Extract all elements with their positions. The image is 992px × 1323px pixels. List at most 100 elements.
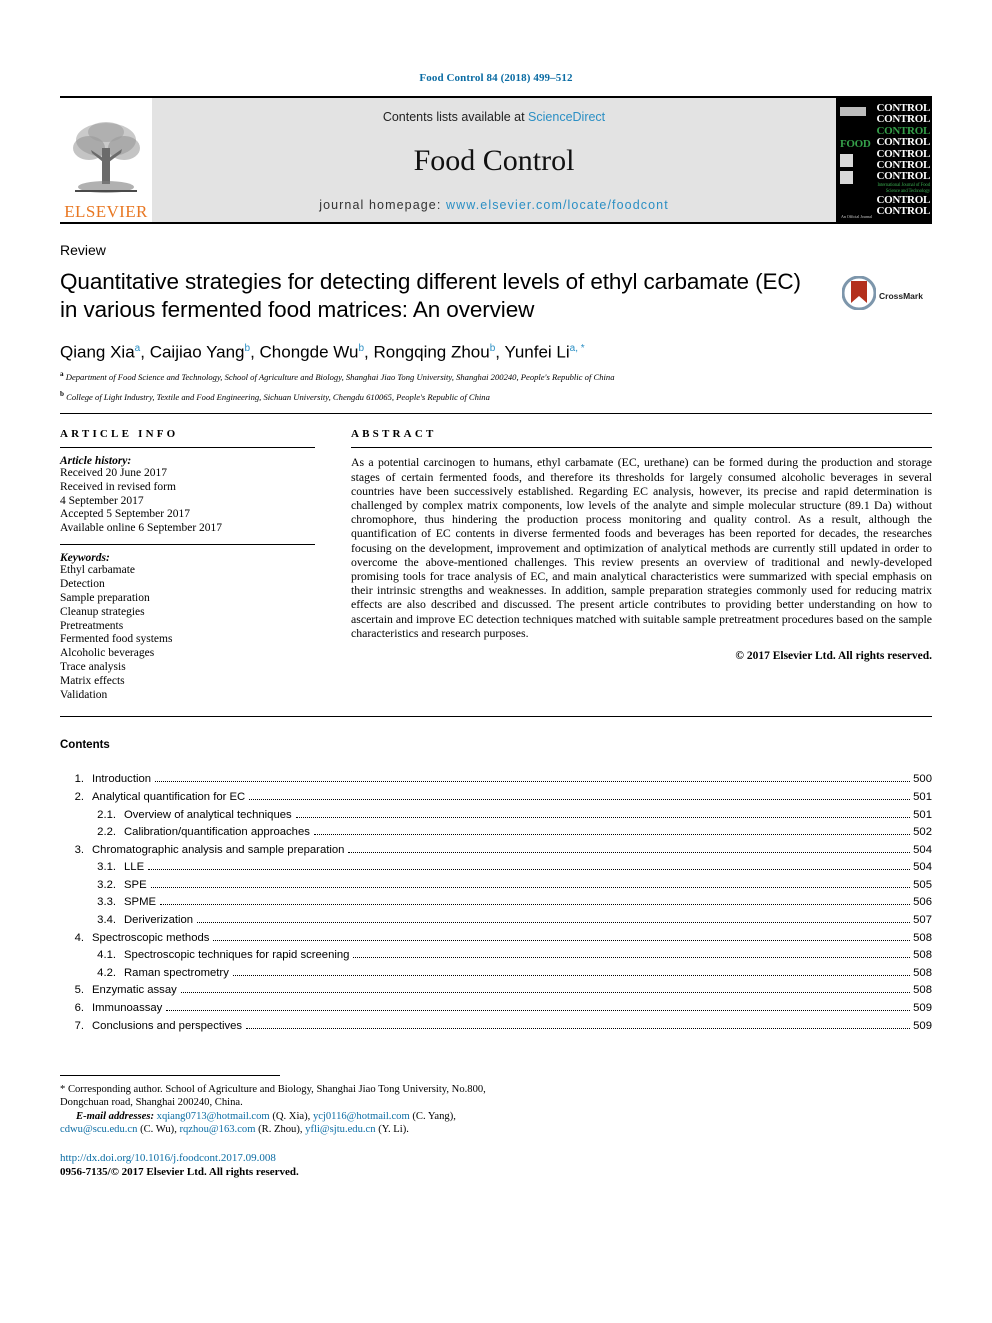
toc-number: 3.1.: [97, 861, 116, 874]
crossmark-icon: [841, 275, 877, 315]
toc-entry[interactable]: 3.3. SPME 506: [60, 894, 932, 912]
crossmark-badge[interactable]: CrossMark: [841, 275, 932, 315]
author-name: Yunfei Li: [504, 342, 570, 362]
email-addresses-note: E-mail addresses: xqiang0713@hotmail.com…: [60, 1110, 456, 1135]
abstract-body: As a potential carcinogen to humans, eth…: [351, 455, 932, 640]
table-of-contents: 1. Introduction 500 2. Analytical quanti…: [60, 771, 932, 1035]
toc-entry[interactable]: 4. Spectroscopic methods 508: [60, 930, 932, 948]
toc-entry[interactable]: 3. Chromatographic analysis and sample p…: [60, 842, 932, 860]
elsevier-tree-icon: [69, 118, 143, 202]
sciencedirect-link[interactable]: ScienceDirect: [528, 110, 605, 124]
page-title: Quantitative strategies for detecting di…: [60, 269, 801, 322]
toc-page-number: 509: [913, 1002, 932, 1015]
keyword-item: Fermented food systems: [60, 633, 173, 646]
doi-link[interactable]: http://dx.doi.org/10.1016/j.foodcont.201…: [60, 1152, 490, 1165]
email-owner: (C. Wu): [140, 1123, 175, 1135]
abstract-copyright: © 2017 Elsevier Ltd. All rights reserved…: [735, 650, 932, 663]
email-link[interactable]: xqiang0713@hotmail.com: [157, 1111, 270, 1122]
toc-entry[interactable]: 3.2. SPE 505: [60, 877, 932, 895]
toc-leader-dots: [246, 1027, 911, 1029]
author-affil-mark: a, *: [569, 343, 585, 354]
toc-entry[interactable]: 2.1. Overview of analytical techniques 5…: [60, 807, 932, 825]
email-owner: (Q. Xia): [272, 1110, 308, 1122]
author-affil-mark: b: [358, 343, 365, 354]
article-info-heading: ARTICLE INFO: [60, 428, 179, 441]
running-head: Food Control 84 (2018) 499–512: [419, 72, 573, 84]
toc-page-number: 507: [913, 914, 932, 927]
cover-footer-text: An Official Journal: [841, 214, 873, 219]
toc-number: 4.: [74, 931, 84, 944]
toc-page-number: 509: [913, 1019, 932, 1032]
toc-entry[interactable]: 4.1. Spectroscopic techniques for rapid …: [60, 947, 932, 965]
keywords-rule: [60, 544, 315, 546]
email-owner: (R. Zhou): [258, 1123, 300, 1135]
masthead-center: Contents lists available at ScienceDirec…: [152, 98, 836, 222]
toc-leader-dots: [232, 974, 911, 976]
toc-entry[interactable]: 1. Introduction 500: [60, 771, 932, 789]
article-history-item: Received 20 June 2017: [60, 467, 167, 480]
toc-page-number: 508: [913, 949, 932, 962]
article-info-column: ARTICLE INFO Article history: Received 2…: [60, 428, 351, 702]
email-link[interactable]: rqzhou@163.com: [179, 1124, 255, 1135]
keyword-item: Cleanup strategies: [60, 605, 145, 618]
toc-label: SPME: [124, 896, 157, 909]
toc-label: Spectroscopic techniques for rapid scree…: [124, 949, 350, 962]
toc-entry[interactable]: 2. Analytical quantification for EC 501: [60, 789, 932, 807]
contents-available-prefix: Contents lists available at: [382, 110, 529, 124]
email-owner: (C. Yang): [412, 1110, 454, 1122]
toc-page-number: 508: [913, 931, 932, 944]
toc-entry[interactable]: 6. Immunoassay 509: [60, 1000, 932, 1018]
toc-entry[interactable]: 2.2. Calibration/quantification approach…: [60, 824, 932, 842]
author-name: Chongde Wu: [259, 342, 359, 362]
toc-number: 4.2.: [97, 966, 116, 979]
email-link[interactable]: yfli@sjtu.edu.cn: [305, 1124, 375, 1135]
keyword-item: Alcoholic beverages: [60, 647, 155, 660]
masthead-bottom-rule: [60, 222, 932, 224]
toc-number: 5.: [74, 984, 84, 997]
toc-leader-dots: [148, 869, 911, 871]
toc-entry[interactable]: 4.2. Raman spectrometry 508: [60, 965, 932, 983]
toc-number: 2.: [74, 790, 84, 803]
cover-control-line: CONTROL: [876, 205, 930, 218]
cover-logo-box: [840, 107, 866, 116]
abstract-rule: [351, 447, 932, 449]
keyword-item: Trace analysis: [60, 660, 126, 673]
toc-number: 2.1.: [97, 808, 116, 821]
article-history-item: Available online 6 September 2017: [60, 521, 223, 534]
toc-label: Overview of analytical techniques: [124, 808, 292, 821]
keywords-label: Keywords:: [60, 552, 110, 565]
toc-leader-dots: [155, 781, 911, 783]
journal-homepage-url[interactable]: www.elsevier.com/locate/foodcont: [446, 198, 669, 212]
email-link[interactable]: ycj0116@hotmail.com: [313, 1111, 410, 1122]
article-history-item: 4 September 2017: [60, 494, 144, 507]
toc-entry[interactable]: 3.1. LLE 504: [60, 859, 932, 877]
toc-page-number: 508: [913, 984, 932, 997]
footnote-rule: [60, 1075, 280, 1077]
author-affil-mark: b: [489, 343, 496, 354]
toc-leader-dots: [150, 886, 911, 888]
toc-number: 3.2.: [97, 878, 116, 891]
toc-entry[interactable]: 7. Conclusions and perspectives 509: [60, 1018, 932, 1036]
email-link[interactable]: cdwu@scu.edu.cn: [60, 1124, 137, 1135]
keyword-item: Matrix effects: [60, 674, 125, 687]
elsevier-wordmark: ELSEVIER: [64, 202, 148, 221]
toc-leader-dots: [353, 957, 911, 959]
toc-entry[interactable]: 3.4. Deriverization 507: [60, 912, 932, 930]
toc-leader-dots: [348, 851, 911, 853]
toc-page-number: 501: [913, 790, 932, 803]
toc-label: LLE: [124, 861, 145, 874]
toc-leader-dots: [160, 904, 911, 906]
title-row: Quantitative strategies for detecting di…: [60, 258, 932, 324]
toc-entry[interactable]: 5. Enzymatic assay 508: [60, 982, 932, 1000]
toc-number: 7.: [74, 1019, 84, 1032]
abstract-bottom-rule: [60, 716, 932, 718]
toc-page-number: 505: [913, 878, 932, 891]
toc-label: Spectroscopic methods: [92, 931, 210, 944]
article-type: Review: [60, 242, 106, 258]
toc-leader-dots: [166, 1010, 911, 1012]
toc-number: 6.: [74, 1002, 84, 1015]
toc-page-number: 506: [913, 896, 932, 909]
crossmark-label: CrossMark: [879, 290, 923, 301]
toc-label: Immunoassay: [92, 1002, 163, 1015]
keyword-item: Pretreatments: [60, 619, 124, 632]
